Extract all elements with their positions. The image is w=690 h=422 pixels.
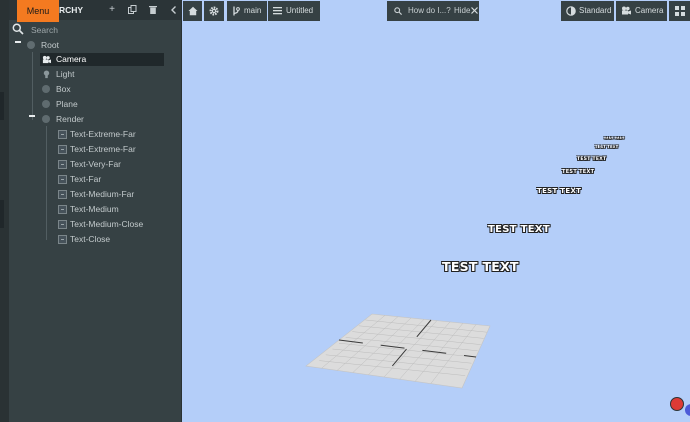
hide-button[interactable]: Hide bbox=[454, 1, 470, 21]
tree-connector bbox=[46, 126, 47, 240]
camera-icon bbox=[622, 6, 631, 15]
record-button[interactable] bbox=[670, 397, 684, 411]
branch-icon bbox=[233, 6, 240, 16]
scene-selector[interactable]: Untitled bbox=[268, 1, 320, 21]
element-icon bbox=[58, 175, 67, 184]
camera-selector[interactable]: Camera bbox=[616, 1, 667, 21]
tree-item-light[interactable]: Light bbox=[40, 68, 164, 81]
camera-label: Camera bbox=[635, 6, 664, 15]
collapse-panel-button[interactable] bbox=[166, 2, 182, 18]
strip-notch bbox=[0, 92, 4, 120]
home-button[interactable] bbox=[183, 1, 202, 21]
scene-name: Untitled bbox=[286, 6, 314, 15]
add-entity-button[interactable]: + bbox=[104, 2, 120, 18]
duplicate-button[interactable] bbox=[124, 2, 140, 18]
root-dot-icon bbox=[27, 41, 35, 49]
tree-item-text-far[interactable]: Text-Far bbox=[56, 173, 176, 186]
light-bulb-icon bbox=[43, 70, 50, 79]
strip-notch bbox=[0, 200, 4, 228]
tree-item-render[interactable]: Render bbox=[40, 113, 164, 126]
render-collapse-toggle[interactable] bbox=[29, 112, 36, 119]
ground-plane[interactable] bbox=[182, 0, 690, 422]
hierarchy-title: RCHY bbox=[59, 5, 84, 15]
tree-item-text-very-far[interactable]: Text-Very-Far bbox=[56, 158, 176, 171]
scene-text-extreme-far-2[interactable]: TEST TEXT bbox=[595, 145, 618, 149]
search-icon bbox=[12, 23, 24, 35]
scene-text-extreme-far[interactable]: TEST TEXT bbox=[604, 136, 625, 140]
scene-text-very-far[interactable]: TEST TEXT bbox=[577, 157, 606, 162]
tree-item-text-medium-far[interactable]: Text-Medium-Far bbox=[56, 188, 176, 201]
settings-button[interactable] bbox=[204, 1, 224, 21]
branch-selector[interactable]: main bbox=[227, 1, 267, 21]
close-icon[interactable] bbox=[471, 7, 478, 14]
tree-item-text-extreme-far[interactable]: Text-Extreme-Far bbox=[56, 128, 176, 141]
hierarchy-search bbox=[9, 22, 181, 38]
element-icon bbox=[58, 160, 67, 169]
tree-item-text-close[interactable]: Text-Close bbox=[56, 233, 176, 246]
render-mode-icon bbox=[566, 6, 576, 16]
tree-item-camera[interactable]: Camera bbox=[40, 53, 164, 66]
launch-indicator[interactable] bbox=[685, 404, 690, 416]
list-icon bbox=[273, 7, 282, 15]
scene-text-far[interactable]: TEST TEXT bbox=[562, 169, 594, 175]
camera-icon bbox=[42, 55, 51, 64]
tree-item-root[interactable]: Root bbox=[27, 39, 177, 52]
home-icon bbox=[188, 6, 198, 16]
help-search[interactable]: How do I...? Hide bbox=[387, 1, 479, 21]
tree-item-text-medium-close[interactable]: Text-Medium-Close bbox=[56, 218, 176, 231]
scene-text-medium-close[interactable]: TEST TEXT bbox=[442, 259, 519, 274]
help-text: How do I...? bbox=[408, 6, 451, 15]
gear-icon bbox=[209, 6, 219, 16]
scene-viewport[interactable]: main Untitled How do I...? Hide Standard… bbox=[182, 0, 690, 422]
element-icon bbox=[58, 235, 67, 244]
render-mode-label: Standard bbox=[579, 6, 612, 15]
hierarchy-panel: RCHY + Menu Root Camera Light Box bbox=[9, 0, 182, 422]
left-tool-strip bbox=[0, 0, 9, 422]
grid-icon bbox=[675, 6, 685, 16]
render-mode-selector[interactable]: Standard bbox=[561, 1, 614, 21]
element-icon bbox=[58, 130, 67, 139]
tree-item-text-extreme-far-2[interactable]: Text-Extreme-Far bbox=[56, 143, 176, 156]
element-icon bbox=[58, 190, 67, 199]
tree-connector bbox=[32, 52, 33, 120]
delete-button[interactable] bbox=[145, 2, 161, 18]
entity-dot-icon bbox=[42, 85, 50, 93]
search-icon bbox=[394, 7, 402, 15]
search-input[interactable] bbox=[31, 23, 171, 36]
element-icon bbox=[58, 205, 67, 214]
scene-text-medium-far[interactable]: TEST TEXT bbox=[537, 187, 581, 195]
gizmo-toggle-button[interactable] bbox=[669, 1, 690, 21]
element-icon bbox=[58, 220, 67, 229]
tree-item-text-medium[interactable]: Text-Medium bbox=[56, 203, 176, 216]
tree-item-plane[interactable]: Plane bbox=[40, 98, 164, 111]
element-icon bbox=[58, 145, 67, 154]
scene-text-medium[interactable]: TEST TEXT bbox=[488, 224, 550, 235]
entity-dot-icon bbox=[42, 115, 50, 123]
branch-name: main bbox=[244, 6, 262, 15]
tree-item-box[interactable]: Box bbox=[40, 83, 164, 96]
menu-button[interactable]: Menu bbox=[17, 0, 59, 22]
root-collapse-toggle[interactable] bbox=[15, 38, 22, 45]
entity-dot-icon bbox=[42, 100, 50, 108]
chevron-left-icon bbox=[171, 6, 176, 14]
trash-icon bbox=[149, 6, 157, 14]
duplicate-icon bbox=[127, 5, 136, 14]
